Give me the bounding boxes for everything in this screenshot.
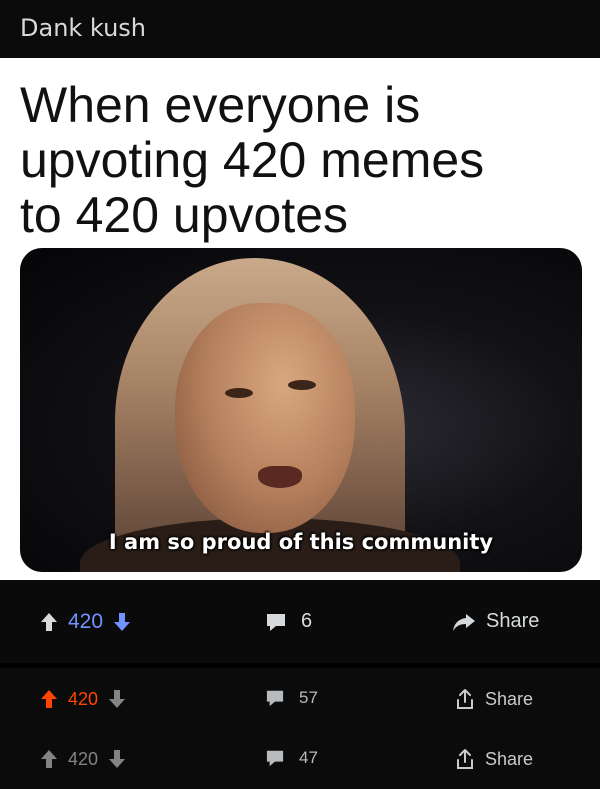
meme-subtitle: I am so proud of this community	[108, 530, 494, 554]
vote-controls: 420	[40, 610, 131, 634]
meme-photo: I am so proud of this community	[20, 248, 582, 572]
comments-button[interactable]: 47	[265, 748, 318, 768]
share-upload-icon	[457, 689, 473, 709]
vote-score: 420	[68, 748, 99, 769]
comment-count: 6	[301, 610, 313, 632]
share-upload-icon	[457, 749, 473, 769]
share-label: Share	[485, 688, 534, 709]
meme-photo-mouth	[258, 466, 302, 488]
comment-bubble-icon	[267, 613, 285, 631]
share-button[interactable]: Share	[455, 748, 533, 770]
meme-image[interactable]: When everyone is upvoting 420 memes to 4…	[0, 58, 600, 580]
comment-count: 47	[299, 748, 318, 767]
downvote-arrow-icon[interactable]	[108, 748, 126, 770]
comment-bubble-icon	[266, 750, 284, 767]
meme-photo-face	[175, 303, 355, 533]
post-action-bar: 420 47 Share	[0, 728, 600, 789]
upvote-arrow-icon[interactable]	[40, 611, 58, 633]
comments-button[interactable]: 57	[265, 688, 318, 708]
share-label: Share	[485, 748, 534, 769]
share-button[interactable]: Share	[452, 610, 539, 633]
post-title[interactable]: Dank kush	[20, 14, 146, 42]
meme-photo-eye	[225, 388, 253, 398]
vote-controls: 420	[40, 688, 126, 710]
upvote-arrow-icon[interactable]	[40, 748, 58, 770]
meme-caption: When everyone is upvoting 420 memes to 4…	[20, 77, 485, 243]
post-header: Dank kush	[0, 0, 600, 58]
comment-count: 57	[299, 688, 318, 707]
share-forward-icon	[453, 613, 475, 631]
downvote-arrow-icon[interactable]	[108, 688, 126, 710]
upvote-arrow-icon[interactable]	[40, 688, 58, 710]
post-action-bar: 420 6 Share	[0, 580, 600, 663]
vote-score: 420	[68, 610, 104, 633]
vote-score: 420	[68, 688, 99, 709]
comment-bubble-icon	[266, 690, 284, 707]
comments-button[interactable]: 6	[265, 610, 312, 633]
share-label: Share	[486, 610, 540, 632]
downvote-arrow-icon[interactable]	[113, 611, 131, 633]
vote-controls: 420	[40, 748, 126, 770]
share-button[interactable]: Share	[455, 688, 533, 710]
meme-photo-eye	[288, 380, 316, 390]
post-action-bar: 420 57 Share	[0, 668, 600, 728]
